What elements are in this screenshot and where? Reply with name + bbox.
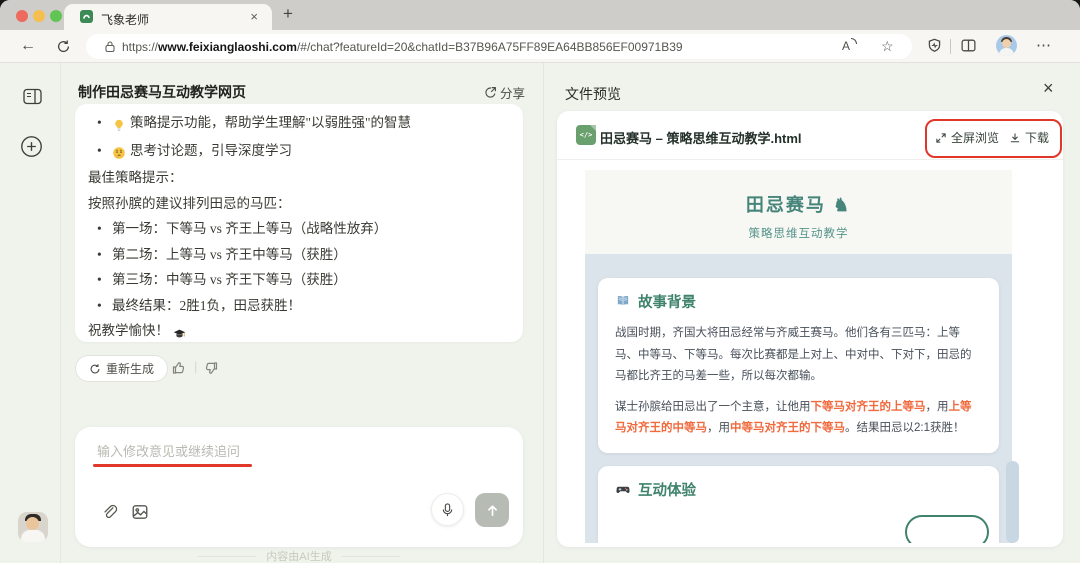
read-aloud-icon[interactable]: A: [842, 38, 857, 53]
ai-notice-text: 内容由AI生成: [266, 551, 332, 563]
file-preview-card: </> 田忌赛马 – 策略思维互动教学.html 全屏浏览 下载 田忌赛马 ♞ …: [557, 111, 1063, 547]
browser-profile-avatar[interactable]: [996, 35, 1017, 56]
browser-window: 飞象老师 × + ← https://www.feixianglaoshi.co…: [0, 0, 1080, 563]
regenerate-icon: [89, 363, 101, 375]
race-bullet: 第一场：下等马 vs 齐王上等马（战略性放弃）: [75, 216, 523, 242]
html-preview-viewport[interactable]: 田忌赛马 ♞ 策略思维互动教学 故事背景 战国时期，齐国大将田忌经常与齐威王赛马…: [585, 170, 1012, 543]
voice-input-button[interactable]: [431, 493, 464, 526]
closing-text: 祝教学愉快！: [88, 323, 169, 338]
attach-file-icon[interactable]: [101, 503, 118, 521]
preview-page-subtitle: 策略思维互动教学: [748, 228, 849, 240]
url-text: https://www.feixianglaoshi.com/#/chat?fe…: [122, 40, 683, 54]
assistant-message: 策略提示功能，帮助学生理解"以弱胜强"的智慧 思考讨论题，引导深度学习 最佳策略…: [75, 104, 523, 342]
race-bullet: 第三场：中等马 vs 齐王下等马（获胜）: [75, 267, 523, 293]
browser-menu-icon[interactable]: ⋯: [1036, 36, 1052, 54]
url-bar[interactable]: https://www.feixianglaoshi.com/#/chat?fe…: [86, 34, 912, 59]
feature-bullet: 策略提示功能，帮助学生理解"以弱胜强"的智慧: [75, 110, 523, 138]
ai-generated-notice: 内容由AI生成: [75, 548, 523, 563]
story-paragraph-1: 战国时期，齐国大将田忌经常与齐威王赛马。他们各有三匹马：上等马、中等马、下等马。…: [615, 327, 972, 382]
rail-divider: [60, 63, 61, 563]
url-domain: www.feixianglaoshi.com: [158, 40, 297, 54]
red-underline-annotation: [93, 464, 252, 467]
book-icon: [615, 294, 631, 310]
panel-divider: [543, 63, 544, 563]
gamepad-icon: [615, 482, 631, 498]
interactive-heading: 互动体验: [638, 483, 696, 499]
new-tab-button[interactable]: +: [283, 4, 293, 24]
favorites-star-icon[interactable]: ☆: [881, 38, 894, 55]
interactive-heading-row: 互动体验: [615, 479, 982, 500]
preview-scrollbar-thumb[interactable]: [1006, 461, 1019, 543]
browser-essentials-icon[interactable]: [926, 37, 943, 54]
chat-input-card: [75, 427, 523, 547]
preview-panel-title: 文件预览: [565, 86, 621, 102]
site-favicon: [80, 10, 93, 23]
zoom-window-button[interactable]: [50, 10, 62, 22]
preview-page-title: 田忌赛马 ♞: [745, 195, 852, 215]
story-heading-row: 故事背景: [615, 291, 982, 312]
tip-subheading: 按照孙膑的建议排列田忌的马匹：: [88, 195, 291, 211]
share-icon: [484, 86, 497, 99]
tip-heading: 最佳策略提示：: [88, 170, 183, 185]
lock-icon[interactable]: [104, 40, 116, 53]
tab-strip: 飞象老师 × +: [0, 0, 1080, 30]
feature-text: 思考讨论题，引导深度学习: [130, 142, 292, 158]
race-bullet: 最终结果：2胜1负，田忌获胜！: [75, 293, 523, 319]
html-file-icon: </>: [576, 125, 596, 145]
red-annotation-box: [925, 119, 1062, 158]
story-card: 故事背景 战国时期，齐国大将田忌经常与齐威王赛马。他们各有三匹马：上等马、中等马…: [598, 278, 999, 453]
thumbs-down-icon[interactable]: [203, 360, 219, 376]
tab-title: 飞象老师: [101, 13, 150, 27]
feedback-divider: |: [194, 359, 198, 374]
minimize-window-button[interactable]: [33, 10, 45, 22]
thumbs-up-icon[interactable]: [171, 360, 187, 376]
preview-close-icon[interactable]: ×: [1043, 78, 1054, 99]
story-paragraph-2: 谋士孙膑给田忌出了一个主意，让他用下等马对齐王的上等马，用上等马对齐王的中等马，…: [615, 400, 972, 435]
preview-page-header: 田忌赛马 ♞ 策略思维互动教学: [585, 170, 1012, 254]
tab-close-icon[interactable]: ×: [250, 9, 258, 24]
interactive-card: 互动体验: [598, 466, 999, 543]
back-icon[interactable]: ←: [20, 37, 36, 55]
send-button[interactable]: [475, 493, 509, 527]
reload-icon[interactable]: [56, 39, 71, 54]
insert-image-icon[interactable]: [131, 503, 149, 521]
thinking-face-icon: [112, 140, 126, 166]
conversation-title: 制作田忌赛马互动教学网页: [78, 84, 246, 100]
toolbar-divider: [950, 39, 951, 54]
preview-content-band: 故事背景 战国时期，齐国大将田忌经常与齐威王赛马。他们各有三匹马：上等马、中等马…: [585, 254, 1012, 543]
share-button[interactable]: 分享: [484, 83, 525, 102]
closing-line: 祝教学愉快！: [75, 318, 523, 342]
preview-action-button[interactable]: [905, 515, 989, 543]
browser-tab[interactable]: 飞象老师 ×: [64, 4, 272, 30]
close-window-button[interactable]: [16, 10, 28, 22]
regenerate-button[interactable]: 重新生成: [75, 355, 169, 382]
sidebar-toggle-icon[interactable]: [23, 88, 42, 105]
url-path: /#/chat?featureId=20&chatId=B37B96A75FF8…: [296, 40, 683, 54]
user-avatar[interactable]: [18, 512, 48, 542]
regenerate-label: 重新生成: [106, 362, 155, 376]
split-screen-icon[interactable]: [960, 37, 977, 54]
horse-icon: ♞: [832, 195, 852, 215]
file-name: 田忌赛马 – 策略思维互动教学.html: [600, 131, 802, 146]
browser-toolbar: ← https://www.feixianglaoshi.com/#/chat?…: [0, 30, 1080, 63]
graduation-cap-icon: [172, 320, 187, 342]
url-scheme: https://: [122, 40, 159, 54]
race-bullet: 第二场：上等马 vs 齐王中等马（获胜）: [75, 242, 523, 268]
feature-text: 策略提示功能，帮助学生理解"以弱胜强"的智慧: [130, 115, 412, 130]
share-label: 分享: [500, 87, 526, 101]
new-chat-button[interactable]: [20, 135, 43, 158]
lightbulb-icon: [112, 112, 126, 138]
feature-bullet: 思考讨论题，引导深度学习: [75, 138, 523, 166]
story-heading: 故事背景: [638, 295, 696, 311]
